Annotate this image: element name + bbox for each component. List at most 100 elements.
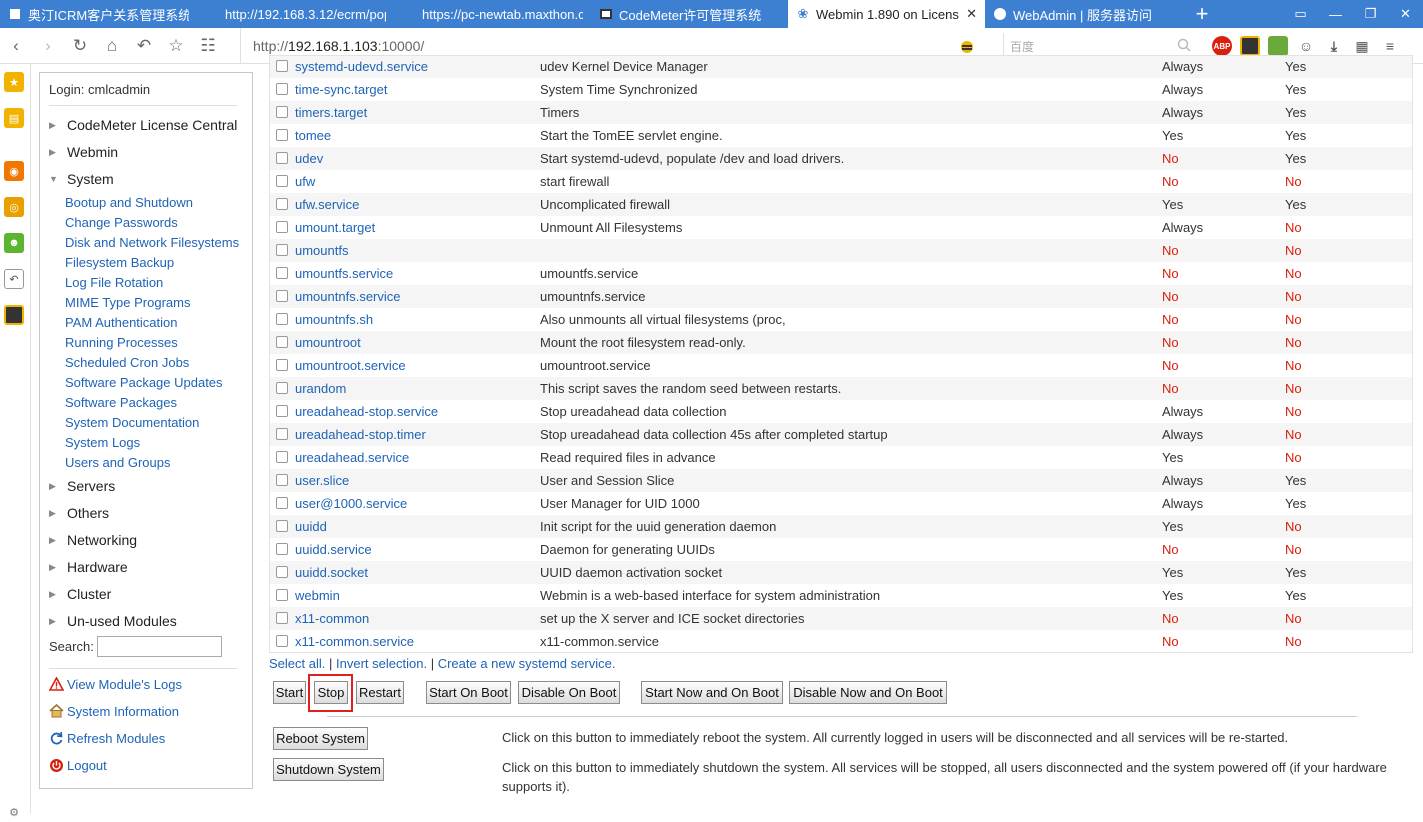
row-checkbox[interactable] <box>276 60 288 72</box>
weibo-icon[interactable]: ◎ <box>4 197 24 217</box>
service-name-link[interactable]: ureadahead.service <box>295 450 409 465</box>
service-name-link[interactable]: time-sync.target <box>295 82 387 97</box>
rss-icon[interactable]: ◉ <box>4 161 24 181</box>
service-name-link[interactable]: ufw.service <box>295 197 359 212</box>
create-service-link[interactable]: Create a new systemd service. <box>438 656 616 671</box>
row-checkbox[interactable] <box>276 566 288 578</box>
sidebar-item-system-3[interactable]: Filesystem Backup <box>65 255 174 270</box>
undo-icon[interactable]: ↶ <box>4 269 24 289</box>
sidebar-item-system-10[interactable]: Software Packages <box>65 395 177 410</box>
shutdown-system-button[interactable]: Shutdown System <box>273 758 384 781</box>
row-checkbox[interactable] <box>276 313 288 325</box>
favorites-star-icon[interactable]: ★ <box>4 72 24 92</box>
service-name-link[interactable]: urandom <box>295 381 346 396</box>
sidebar-action-3[interactable]: Logout <box>48 757 107 773</box>
sidebar-item-system-6[interactable]: PAM Authentication <box>65 315 178 330</box>
service-name-link[interactable]: uuidd.socket <box>295 565 368 580</box>
sidebar-item-system-4[interactable]: Log File Rotation <box>65 275 163 290</box>
sidebar-toggle-icon[interactable]: ▭ <box>1283 0 1318 28</box>
service-name-link[interactable]: umount.target <box>295 220 375 235</box>
close-tab-icon[interactable]: ✕ <box>966 6 977 22</box>
row-checkbox[interactable] <box>276 221 288 233</box>
service-name-link[interactable]: umountnfs.sh <box>295 312 373 327</box>
disable-now-and-on-boot-button[interactable]: Disable Now and On Boot <box>789 681 947 704</box>
sidebar-category-5[interactable]: ▶ Networking <box>49 532 137 548</box>
sidebar-category-3[interactable]: ▶ Servers <box>49 478 115 494</box>
reader-icon[interactable]: ☷ <box>192 28 224 64</box>
back-icon[interactable]: ‹ <box>0 28 32 64</box>
codemeter-side-icon[interactable] <box>4 305 24 325</box>
invert-selection-link[interactable]: Invert selection. <box>336 656 427 671</box>
start-button[interactable]: Start <box>273 681 306 704</box>
menu-icon[interactable]: ≡ <box>1380 36 1400 56</box>
service-name-link[interactable]: uuidd.service <box>295 542 372 557</box>
browser-tab-2[interactable]: https://pc-newtab.maxthon.cor <box>394 0 591 28</box>
service-name-link[interactable]: ufw <box>295 174 315 189</box>
service-name-link[interactable]: webmin <box>295 588 340 603</box>
sidebar-action-2[interactable]: Refresh Modules <box>48 730 165 746</box>
row-checkbox[interactable] <box>276 290 288 302</box>
row-checkbox[interactable] <box>276 129 288 141</box>
start-now-and-on-boot-button[interactable]: Start Now and On Boot <box>641 681 783 704</box>
service-name-link[interactable]: systemd-udevd.service <box>295 59 428 74</box>
row-checkbox[interactable] <box>276 83 288 95</box>
user-ext-icon[interactable]: ☺ <box>1296 36 1316 56</box>
restart-button[interactable]: Restart <box>356 681 404 704</box>
sidebar-item-system-11[interactable]: System Documentation <box>65 415 199 430</box>
sidebar-category-4[interactable]: ▶ Others <box>49 505 109 521</box>
service-name-link[interactable]: umountroot <box>295 335 361 350</box>
service-name-link[interactable]: x11-common.service <box>295 634 414 649</box>
service-name-link[interactable]: user.slice <box>295 473 349 488</box>
sidebar-item-system-5[interactable]: MIME Type Programs <box>65 295 190 310</box>
sidebar-item-system-9[interactable]: Software Package Updates <box>65 375 223 390</box>
service-name-link[interactable]: ureadahead-stop.timer <box>295 427 426 442</box>
browser-tab-0[interactable]: 奥汀ICRM客户关系管理系统 <box>0 0 197 28</box>
row-checkbox[interactable] <box>276 198 288 210</box>
search-icon[interactable] <box>1177 38 1191 52</box>
sidebar-item-system-13[interactable]: Users and Groups <box>65 455 171 470</box>
row-checkbox[interactable] <box>276 635 288 647</box>
reload-icon[interactable]: ↻ <box>64 28 96 64</box>
row-checkbox[interactable] <box>276 428 288 440</box>
service-name-link[interactable]: umountnfs.service <box>295 289 401 304</box>
row-checkbox[interactable] <box>276 152 288 164</box>
apps-grid-icon[interactable]: ▦ <box>1352 36 1372 56</box>
row-checkbox[interactable] <box>276 612 288 624</box>
new-tab-button[interactable]: + <box>1182 0 1222 28</box>
row-checkbox[interactable] <box>276 474 288 486</box>
browser-tab-1[interactable]: http://192.168.3.12/ecrm/popu <box>197 0 394 28</box>
adblock-icon[interactable]: ABP <box>1212 36 1232 56</box>
module-search-input[interactable] <box>96 636 222 657</box>
row-checkbox[interactable] <box>276 382 288 394</box>
row-checkbox[interactable] <box>276 405 288 417</box>
row-checkbox[interactable] <box>276 520 288 532</box>
sidebar-category-6[interactable]: ▶ Hardware <box>49 559 128 575</box>
sidebar-category-0[interactable]: ▶ CodeMeter License Central <box>49 117 237 133</box>
row-checkbox[interactable] <box>276 244 288 256</box>
row-checkbox[interactable] <box>276 451 288 463</box>
minimize-icon[interactable]: — <box>1318 0 1353 28</box>
restore-icon[interactable]: ❐ <box>1353 0 1388 28</box>
service-name-link[interactable]: umountfs.service <box>295 266 393 281</box>
service-name-link[interactable]: umountfs <box>295 243 348 258</box>
service-name-link[interactable]: timers.target <box>295 105 367 120</box>
sidebar-item-system-7[interactable]: Running Processes <box>65 335 178 350</box>
sidebar-item-system-1[interactable]: Change Passwords <box>65 215 178 230</box>
forward-icon[interactable]: › <box>32 28 64 64</box>
undo-close-icon[interactable]: ↶ <box>128 28 160 64</box>
bee-extension-icon[interactable] <box>958 37 976 55</box>
row-checkbox[interactable] <box>276 336 288 348</box>
close-window-icon[interactable]: ✕ <box>1388 0 1423 28</box>
service-name-link[interactable]: tomee <box>295 128 331 143</box>
row-checkbox[interactable] <box>276 359 288 371</box>
row-checkbox[interactable] <box>276 106 288 118</box>
service-name-link[interactable]: umountroot.service <box>295 358 406 373</box>
sidebar-item-system-12[interactable]: System Logs <box>65 435 140 450</box>
chat-icon[interactable]: ☻ <box>4 233 24 253</box>
row-checkbox[interactable] <box>276 589 288 601</box>
disable-on-boot-button[interactable]: Disable On Boot <box>518 681 620 704</box>
sidebar-category-1[interactable]: ▶ Webmin <box>49 144 118 160</box>
codemeter-ext-icon[interactable] <box>1240 36 1260 56</box>
sidebar-category-7[interactable]: ▶ Cluster <box>49 586 111 602</box>
download-icon[interactable]: ⤓ <box>1324 36 1344 56</box>
